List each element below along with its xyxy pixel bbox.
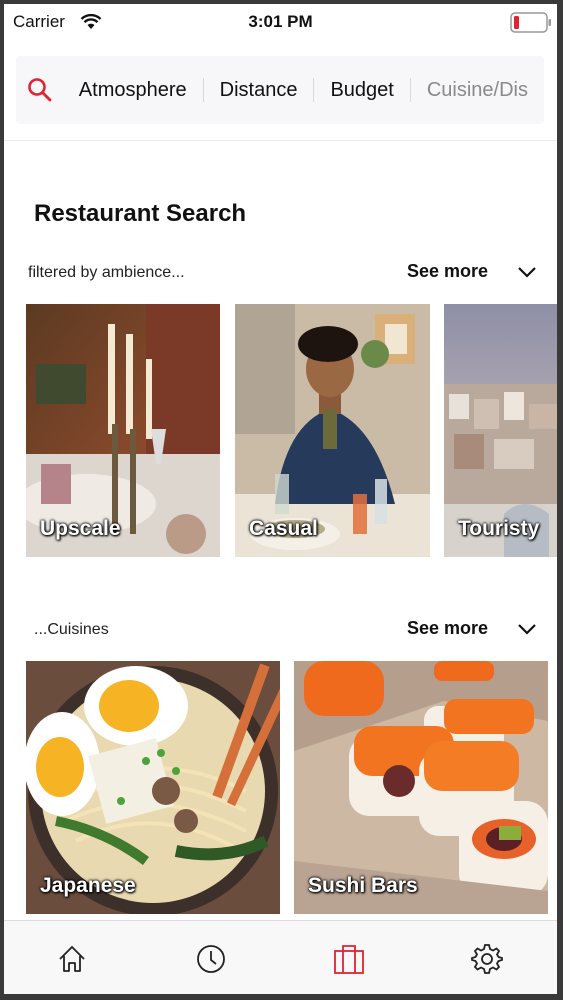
app-screen: Carrier 3:01 PM Atmosphere Distance Budg…: [4, 4, 557, 994]
filter-distance[interactable]: Distance: [204, 78, 315, 102]
card-label-sushi-bars: Sushi Bars: [308, 874, 418, 897]
card-japanese[interactable]: Japanese: [26, 661, 280, 914]
filter-cuisine[interactable]: Cuisine/Dis: [411, 78, 544, 102]
filter-budget[interactable]: Budget: [314, 78, 411, 102]
ambience-see-more-button[interactable]: See more: [407, 261, 488, 282]
card-touristy[interactable]: Touristy: [444, 304, 557, 557]
card-sushi-bars[interactable]: Sushi Bars: [294, 661, 548, 914]
status-bar: Carrier 3:01 PM: [4, 4, 557, 40]
chevron-down-icon[interactable]: [516, 263, 538, 281]
battery-icon: [510, 12, 551, 33]
clock-icon: [197, 945, 225, 973]
ambience-section-header: filtered by ambience... See more: [28, 258, 538, 286]
tab-history[interactable]: [191, 939, 231, 979]
tab-settings[interactable]: [467, 939, 507, 979]
filter-bar: Atmosphere Distance Budget Cuisine/Dis: [16, 56, 544, 124]
card-label-casual: Casual: [249, 517, 318, 540]
clock-time: 3:01 PM: [248, 12, 313, 31]
ambience-section-label: filtered by ambience...: [28, 264, 185, 281]
chevron-down-icon[interactable]: [516, 620, 538, 638]
cuisine-see-more-button[interactable]: See more: [407, 618, 488, 639]
tab-shop[interactable]: [329, 939, 369, 979]
card-label-japanese: Japanese: [40, 874, 136, 897]
header-divider: [4, 140, 557, 141]
search-button[interactable]: [16, 56, 53, 124]
card-upscale[interactable]: Upscale: [26, 304, 220, 557]
gear-icon: [471, 944, 503, 974]
tab-home[interactable]: [52, 939, 92, 979]
cuisine-section-label: ...Cuisines: [34, 621, 109, 638]
search-icon: [27, 78, 52, 102]
home-icon: [59, 946, 85, 972]
cuisine-section-header: ...Cuisines See more: [28, 615, 538, 643]
page-title: Restaurant Search: [34, 200, 247, 227]
card-label-upscale: Upscale: [40, 517, 121, 540]
shopping-bag-icon: [334, 945, 364, 974]
card-casual[interactable]: Casual: [235, 304, 430, 557]
card-label-touristy: Touristy: [458, 517, 540, 540]
filter-atmosphere[interactable]: Atmosphere: [53, 78, 204, 102]
tab-bar: [4, 920, 557, 994]
